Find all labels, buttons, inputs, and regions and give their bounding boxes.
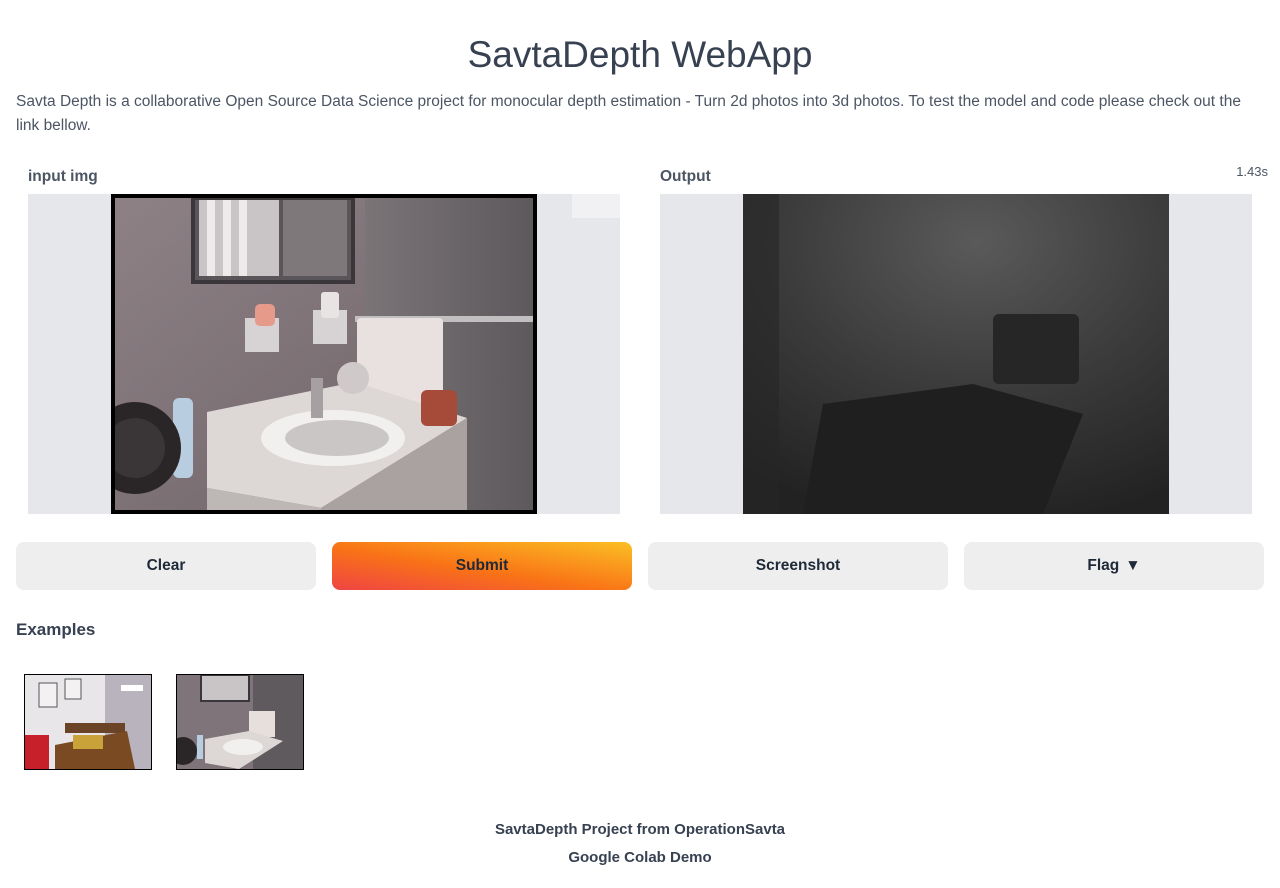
input-image-dropzone[interactable]: [28, 194, 620, 514]
flag-button-label: Flag: [1087, 557, 1120, 574]
input-panel-label: input img: [28, 168, 98, 185]
flag-button[interactable]: Flag ▼: [964, 542, 1264, 590]
inference-timer: 1.43s: [1236, 164, 1268, 179]
output-panel-label: Output: [660, 168, 711, 185]
clear-image-button[interactable]: [572, 194, 620, 218]
submit-button-label: Submit: [455, 557, 509, 574]
page-description: Savta Depth is a collaborative Open Sour…: [16, 93, 1241, 134]
footer-colab-link[interactable]: Google Colab Demo: [0, 849, 1280, 866]
output-image-area: [660, 194, 1252, 514]
footer-project-link[interactable]: SavtaDepth Project from OperationSavta: [0, 821, 1280, 838]
office-photo: [25, 675, 151, 769]
example-thumbnail-bathroom[interactable]: [176, 674, 304, 770]
page-title: SavtaDepth WebApp: [467, 34, 813, 75]
bathroom-thumbnail-photo: [177, 675, 303, 769]
example-thumbnail-office[interactable]: [24, 674, 152, 770]
input-image: [111, 194, 537, 514]
clear-button-label: Clear: [146, 557, 186, 574]
output-image-panel: Output 1.43s: [648, 160, 1272, 522]
output-depth-image: [743, 194, 1169, 514]
screenshot-button[interactable]: Screenshot: [648, 542, 948, 590]
bathroom-photo: [115, 198, 533, 510]
screenshot-button-label: Screenshot: [755, 557, 841, 574]
examples-title: Examples: [16, 620, 96, 639]
input-image-panel: input img: [16, 160, 640, 522]
submit-button[interactable]: Submit: [332, 542, 632, 590]
depth-map: [743, 194, 1169, 514]
caret-down-icon: ▼: [1125, 557, 1141, 574]
clear-button[interactable]: Clear: [16, 542, 316, 590]
